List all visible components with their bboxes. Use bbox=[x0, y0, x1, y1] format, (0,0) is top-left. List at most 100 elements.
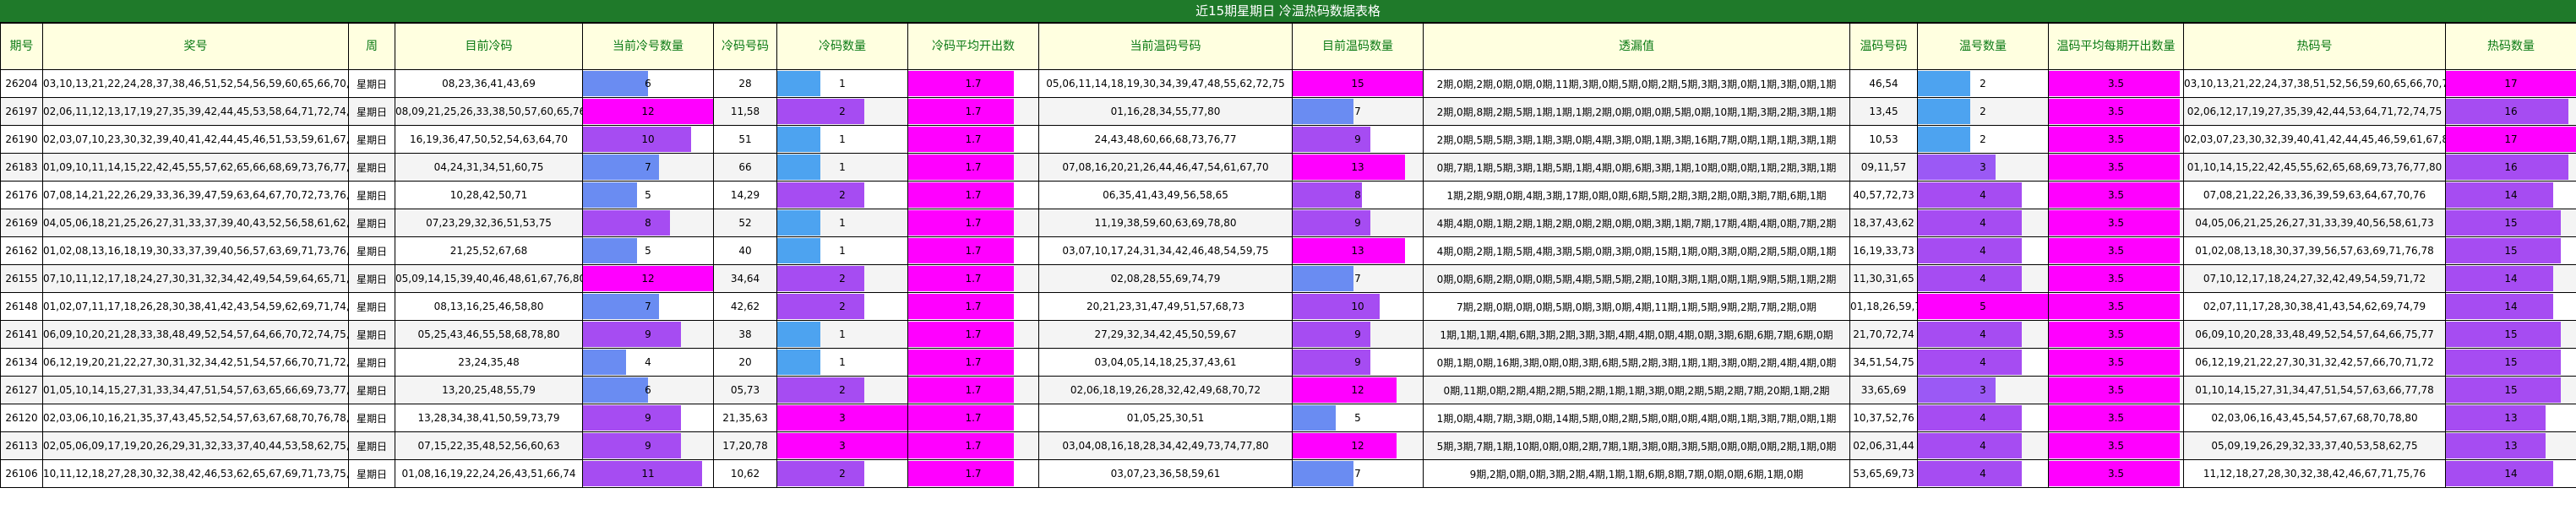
cell-cold-avg-value: 1.7 bbox=[965, 440, 982, 452]
cell-cold-avg-bar bbox=[908, 266, 1014, 291]
header-cur-warm-count[interactable]: 目前温码数量 bbox=[1292, 23, 1424, 70]
table-row[interactable]: 26183 01,09,10,11,14,15,22,42,45,55,57,62… bbox=[0, 153, 2576, 182]
cell-hot-count-value: 15 bbox=[2504, 217, 2518, 229]
header-warm-nums[interactable]: 温码号码 bbox=[1849, 23, 1918, 70]
header-cur-cold-count[interactable]: 当前冷号数量 bbox=[582, 23, 714, 70]
cell-warm-avg: 3.5 bbox=[2048, 292, 2184, 321]
table-row[interactable]: 26148 01,02,07,11,17,18,26,28,30,38,41,42… bbox=[0, 292, 2576, 321]
table-row[interactable]: 26162 01,02,08,13,16,18,19,30,33,37,39,40… bbox=[0, 236, 2576, 265]
cell-cold-count-bar bbox=[777, 350, 821, 375]
cell-warm-count-value: 4 bbox=[1980, 328, 1986, 340]
cell-warm-count-bar bbox=[1918, 350, 2023, 375]
header-week[interactable]: 周 bbox=[348, 23, 395, 70]
cell-cur-cold: 05,25,43,46,55,58,68,78,80 bbox=[395, 320, 583, 349]
header-hot-count[interactable]: 热码数量 bbox=[2445, 23, 2576, 70]
cell-leak: 2期,0期,2期,0期,0期,0期,11期,3期,0期,5期,0期,2期,5期,… bbox=[1423, 69, 1850, 98]
cell-leak-text: 5期,3期,7期,1期,10期,0期,0期,2期,7期,1期,3期,0期,3期,… bbox=[1436, 440, 1837, 453]
cell-hot-count: 14 bbox=[2445, 459, 2576, 488]
cell-cur-warm: 03,07,10,17,24,31,34,42,46,48,54,59,75 bbox=[1038, 236, 1293, 265]
table-row[interactable]: 26113 02,05,06,09,17,19,20,26,29,31,32,33… bbox=[0, 431, 2576, 460]
cell-cur-cold-count-value: 9 bbox=[645, 328, 651, 340]
cell-leak-text: 0期,11期,0期,2期,4期,2期,5期,2期,1期,1期,3期,0期,2期,… bbox=[1443, 384, 1830, 397]
cell-period-text: 26127 bbox=[5, 384, 38, 396]
table-row[interactable]: 26127 01,05,10,14,15,27,31,33,34,47,51,54… bbox=[0, 376, 2576, 404]
cell-cur-cold-count-value: 9 bbox=[645, 440, 651, 452]
cell-cold-avg-bar bbox=[908, 154, 1014, 180]
table-row[interactable]: 26141 06,09,10,20,21,28,33,38,48,49,52,54… bbox=[0, 320, 2576, 349]
cell-cur-cold-count: 7 bbox=[582, 292, 714, 321]
cell-period-text: 26148 bbox=[5, 301, 38, 312]
cell-cur-cold-count-value: 6 bbox=[645, 78, 651, 89]
cell-hot-nums-text: 06,09,10,20,28,33,48,49,52,54,57,64,66,7… bbox=[2195, 328, 2434, 340]
table-row[interactable]: 26134 06,12,19,20,21,22,27,30,31,32,34,42… bbox=[0, 348, 2576, 377]
table-row[interactable]: 26176 07,08,14,21,22,26,29,33,36,39,47,59… bbox=[0, 181, 2576, 209]
cell-cold-avg: 1.7 bbox=[907, 292, 1039, 321]
cell-cur-warm: 03,07,23,36,58,59,61 bbox=[1038, 459, 1293, 488]
cell-week-text: 星期日 bbox=[356, 161, 387, 174]
cell-cur-warm: 02,06,18,19,26,28,32,42,49,68,70,72 bbox=[1038, 376, 1293, 404]
cell-hot-nums-text: 01,10,14,15,22,42,45,55,62,65,68,69,73,7… bbox=[2187, 161, 2443, 173]
cell-cold-nums: 51 bbox=[713, 125, 777, 154]
table-row[interactable]: 26169 04,05,06,18,21,25,26,27,31,33,37,39… bbox=[0, 209, 2576, 237]
cell-cold-avg: 1.7 bbox=[907, 459, 1039, 488]
cell-cur-cold-count-value: 4 bbox=[645, 356, 651, 368]
cell-cur-warm-count-bar bbox=[1293, 433, 1397, 458]
table-row[interactable]: 26204 03,10,13,21,22,24,28,37,38,46,51,52… bbox=[0, 69, 2576, 98]
cell-warm-avg: 3.5 bbox=[2048, 153, 2184, 182]
cell-cold-avg-bar bbox=[908, 461, 1014, 486]
cell-numbers-text: 01,02,08,13,16,18,19,30,33,37,39,40,56,5… bbox=[43, 245, 348, 257]
header-cold-nums[interactable]: 冷码号码 bbox=[713, 23, 777, 70]
cell-leak: 2期,0期,5期,5期,3期,1期,3期,0期,4期,3期,0期,1期,3期,1… bbox=[1423, 125, 1850, 154]
header-cold-avg[interactable]: 冷码平均开出数 bbox=[907, 23, 1039, 70]
cell-cold-nums-text: 14,29 bbox=[730, 189, 760, 201]
table-row[interactable]: 26197 02,06,11,12,13,17,19,27,35,39,42,44… bbox=[0, 97, 2576, 126]
cell-leak: 0期,7期,1期,5期,3期,1期,5期,1期,4期,0期,6期,3期,1期,1… bbox=[1423, 153, 1850, 182]
cell-hot-count-bar bbox=[2446, 294, 2553, 319]
cell-cur-warm-text: 27,29,32,34,42,45,50,59,67 bbox=[1094, 328, 1237, 340]
table-row[interactable]: 26120 02,03,06,10,16,21,35,37,43,45,52,54… bbox=[0, 404, 2576, 432]
header-numbers[interactable]: 奖号 bbox=[42, 23, 349, 70]
cell-warm-nums-text: 01,18,26,59,71 bbox=[1850, 301, 1917, 312]
cell-hot-count: 13 bbox=[2445, 431, 2576, 460]
cell-week: 星期日 bbox=[348, 376, 395, 404]
cell-cold-nums-text: 11,58 bbox=[730, 106, 760, 117]
cell-period-text: 26120 bbox=[5, 412, 38, 424]
cell-numbers-text: 01,09,10,11,14,15,22,42,45,55,57,62,65,6… bbox=[43, 161, 348, 173]
header-hot-nums[interactable]: 热码号 bbox=[2183, 23, 2446, 70]
cell-hot-nums-text: 07,08,21,22,26,33,36,39,59,63,64,67,70,7… bbox=[2203, 189, 2426, 201]
cell-cur-warm-count-bar bbox=[1293, 461, 1353, 486]
cell-week-text: 星期日 bbox=[356, 78, 387, 90]
header-leak[interactable]: 透漏值 bbox=[1423, 23, 1850, 70]
cell-cur-cold-count-value: 11 bbox=[641, 468, 655, 480]
header-cur-warm[interactable]: 当前温码号码 bbox=[1038, 23, 1293, 70]
cell-cur-warm: 06,35,41,43,49,56,58,65 bbox=[1038, 181, 1293, 209]
cell-period: 26197 bbox=[0, 97, 43, 126]
cell-period-text: 26197 bbox=[5, 106, 38, 117]
cell-cold-count-value: 2 bbox=[839, 106, 846, 117]
header-warm-avg[interactable]: 温码平均每期开出数量 bbox=[2048, 23, 2184, 70]
header-cur-cold[interactable]: 目前冷码 bbox=[395, 23, 583, 70]
cell-warm-avg: 3.5 bbox=[2048, 209, 2184, 237]
cell-warm-count-bar bbox=[1918, 433, 2023, 458]
cell-week: 星期日 bbox=[348, 404, 395, 432]
cell-warm-count: 2 bbox=[1917, 69, 2049, 98]
cell-cold-count: 1 bbox=[776, 153, 908, 182]
cell-cur-warm-text: 03,07,23,36,58,59,61 bbox=[1110, 468, 1221, 480]
table-row[interactable]: 26155 07,10,11,12,17,18,24,27,30,31,32,34… bbox=[0, 264, 2576, 293]
cell-period: 26169 bbox=[0, 209, 43, 237]
cell-cur-cold-count: 10 bbox=[582, 125, 714, 154]
header-cold-count[interactable]: 冷码数量 bbox=[776, 23, 908, 70]
cell-warm-nums: 13,45 bbox=[1849, 97, 1918, 126]
cell-cur-warm-text: 02,06,18,19,26,28,32,42,49,68,70,72 bbox=[1070, 384, 1261, 396]
cell-cold-count-value: 3 bbox=[839, 412, 846, 424]
cell-cur-cold-text: 13,28,34,38,41,50,59,73,79 bbox=[417, 412, 560, 424]
header-warm-count[interactable]: 温号数量 bbox=[1917, 23, 2049, 70]
cell-hot-count-value: 16 bbox=[2504, 106, 2518, 117]
table-row[interactable]: 26190 02,03,07,10,23,30,32,39,40,41,42,44… bbox=[0, 125, 2576, 154]
cell-leak-text: 1期,0期,4期,7期,3期,0期,14期,5期,0期,2期,5期,0期,0期,… bbox=[1436, 412, 1837, 425]
cell-cold-avg-value: 1.7 bbox=[965, 189, 982, 201]
cell-cur-cold-count-bar bbox=[583, 405, 681, 431]
cell-warm-count-bar bbox=[1918, 127, 1970, 152]
header-period[interactable]: 期号 bbox=[0, 23, 43, 70]
table-row[interactable]: 26106 10,11,12,18,27,28,30,32,38,42,46,53… bbox=[0, 459, 2576, 488]
